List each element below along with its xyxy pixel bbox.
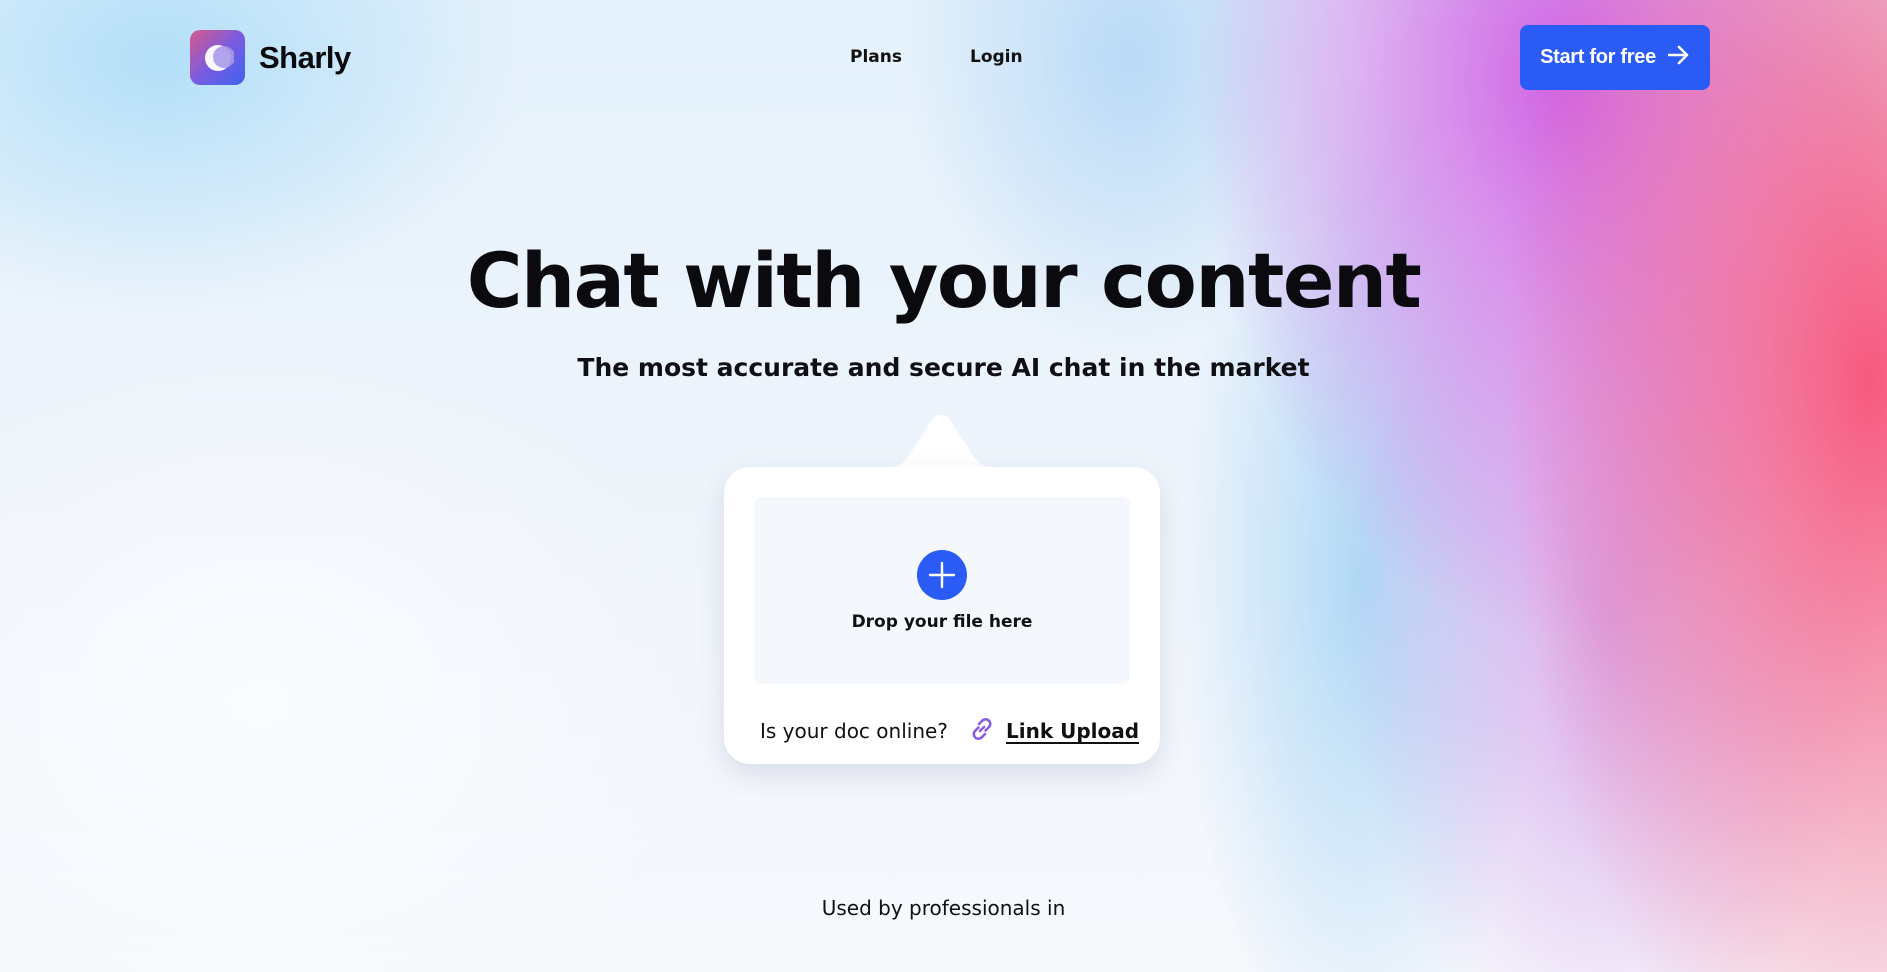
- brand-logo[interactable]: Sharly: [190, 30, 351, 85]
- start-for-free-label: Start for free: [1540, 46, 1656, 68]
- brand-name: Sharly: [259, 39, 351, 75]
- nav-plans-link[interactable]: Plans: [850, 47, 902, 67]
- plus-icon: [928, 561, 956, 589]
- link-upload-link[interactable]: Link Upload: [1006, 719, 1139, 743]
- site-header: Sharly Plans Login Start for free: [0, 0, 1887, 116]
- card-notch-shape: [884, 414, 998, 468]
- hero-title: Chat with your content: [466, 236, 1422, 325]
- start-for-free-button[interactable]: Start for free: [1520, 25, 1710, 90]
- add-file-button[interactable]: [917, 550, 967, 600]
- used-by-professionals-text: Used by professionals in: [821, 896, 1066, 920]
- arrow-right-icon: [1667, 45, 1690, 71]
- nav-login-link[interactable]: Login: [970, 47, 1023, 67]
- link-icon: [972, 718, 992, 740]
- main-nav: Plans Login: [850, 47, 1023, 67]
- crescent-moon-logo-icon: [190, 30, 245, 85]
- upload-card: Drop your file here Is your doc online? …: [724, 412, 1160, 764]
- doc-online-question: Is your doc online?: [760, 719, 948, 743]
- drop-file-label: Drop your file here: [851, 612, 1033, 632]
- upload-card-body: Drop your file here Is your doc online? …: [724, 467, 1160, 764]
- file-drop-zone[interactable]: Drop your file here: [754, 497, 1130, 684]
- hero-subtitle: The most accurate and secure AI chat in …: [577, 353, 1310, 382]
